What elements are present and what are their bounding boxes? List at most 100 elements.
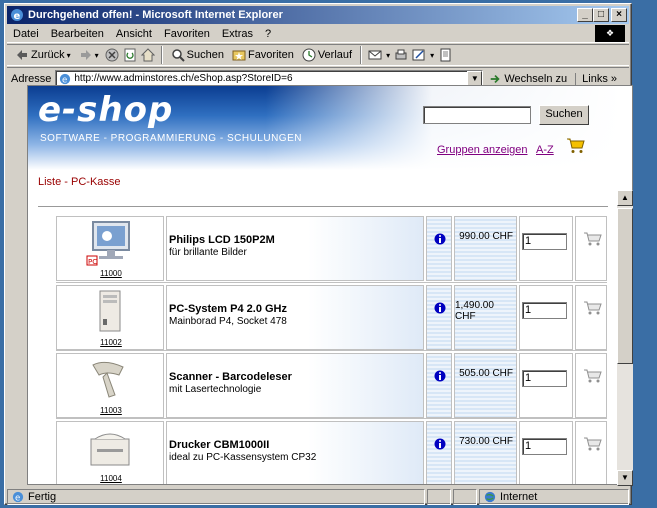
product-description: mit Lasertechnologie <box>169 384 262 395</box>
monitor-icon[interactable]: PC <box>85 220 135 266</box>
product-row: 11002 PC-System P4 2.0 GHz Mainborad P4,… <box>56 282 607 350</box>
info-icon[interactable] <box>434 302 446 314</box>
ie-icon: e <box>11 9 23 22</box>
product-id[interactable]: 11002 <box>57 338 165 347</box>
pc-tower-icon[interactable] <box>85 289 135 335</box>
toolbar: Zurück ▾ ▾ Suchen Favoriten Verlauf ▾ ▾ <box>7 44 629 66</box>
search-toolbar-button[interactable]: Suchen <box>169 45 226 65</box>
add-to-cart-icon[interactable] <box>583 368 603 384</box>
close-button[interactable]: × <box>611 8 627 22</box>
forward-button[interactable]: ▾ <box>77 45 101 65</box>
printer-icon[interactable] <box>85 425 135 471</box>
vertical-scrollbar[interactable]: ▲ ▼ <box>617 190 633 486</box>
mail-dropdown-icon[interactable]: ▾ <box>386 51 390 60</box>
history-icon <box>302 48 316 62</box>
scroll-down-icon[interactable]: ▼ <box>617 470 633 486</box>
favorites-button[interactable]: Favoriten <box>230 45 296 65</box>
page-icon: e <box>60 73 71 85</box>
search-icon <box>171 49 185 62</box>
shopping-cart-icon[interactable] <box>566 137 586 155</box>
price-cell: 1,490.00 CHF <box>454 285 517 350</box>
status-text: Fertig <box>28 490 57 503</box>
product-description: ideal zu PC-Kassensystem CP32 <box>169 452 317 463</box>
refresh-icon[interactable] <box>123 48 137 62</box>
shop-tagline: SOFTWARE - PROGRAMMIERUNG - SCHULUNGEN <box>40 133 302 144</box>
product-description: für brillante Bilder <box>169 247 247 258</box>
print-icon[interactable] <box>394 48 408 62</box>
menu-extras[interactable]: Extras <box>216 28 259 40</box>
product-price: 990.00 CHF <box>459 231 513 242</box>
add-to-cart-icon[interactable] <box>583 300 603 316</box>
product-name-cell: Drucker CBM1000II ideal zu PC-Kassensyst… <box>166 421 424 484</box>
menu-bearbeiten[interactable]: Bearbeiten <box>45 28 110 40</box>
minimize-button[interactable]: _ <box>577 8 593 22</box>
scroll-up-icon[interactable]: ▲ <box>617 190 633 206</box>
search-label: Suchen <box>186 49 224 61</box>
back-button[interactable]: Zurück ▾ <box>13 45 73 65</box>
menu-ansicht[interactable]: Ansicht <box>110 28 158 40</box>
menu-datei[interactable]: Datei <box>7 28 45 40</box>
info-icon[interactable] <box>434 370 446 382</box>
history-button[interactable]: Verlauf <box>300 45 354 65</box>
add-to-cart-icon[interactable] <box>583 231 603 247</box>
home-icon[interactable] <box>140 48 155 62</box>
svg-text:e: e <box>15 493 20 503</box>
product-id[interactable]: 11003 <box>57 406 165 415</box>
product-id[interactable]: 11004 <box>57 474 165 483</box>
product-name-cell: PC-System P4 2.0 GHz Mainborad P4, Socke… <box>166 285 424 350</box>
quantity-input[interactable]: 1 <box>522 370 567 387</box>
discuss-icon[interactable] <box>438 48 452 62</box>
shop-search-button[interactable]: Suchen <box>539 105 589 125</box>
maximize-button[interactable]: □ <box>593 8 609 22</box>
product-id[interactable]: 11000 <box>57 269 165 278</box>
shop-search-input[interactable] <box>423 106 531 124</box>
favorites-icon <box>232 50 246 61</box>
go-button[interactable]: Wechseln zu <box>489 73 567 85</box>
stop-icon[interactable] <box>105 48 119 62</box>
quantity-cell: 1 <box>519 353 573 418</box>
a-z-link[interactable]: A-Z <box>536 144 554 156</box>
back-dropdown-icon[interactable]: ▾ <box>67 51 71 60</box>
info-icon[interactable] <box>434 233 446 245</box>
go-arrow-icon <box>491 74 501 83</box>
show-groups-link[interactable]: Gruppen anzeigen <box>437 144 528 156</box>
internet-globe-icon <box>484 491 496 502</box>
svg-text:e: e <box>14 11 21 22</box>
product-image-cell: 11003 <box>56 353 164 418</box>
product-list: PC 11000 Philips LCD 150P2M für brillant… <box>56 214 607 484</box>
price-cell: 505.00 CHF <box>454 353 517 418</box>
menu-help[interactable]: ? <box>259 28 277 40</box>
barcode-scanner-icon[interactable] <box>85 357 135 403</box>
address-label: Adresse <box>11 72 52 85</box>
mail-icon[interactable] <box>368 48 382 62</box>
quantity-input[interactable]: 1 <box>522 438 567 455</box>
history-label: Verlauf <box>317 49 353 61</box>
price-cell: 730.00 CHF <box>454 421 517 484</box>
product-image-cell: 11002 <box>56 285 164 350</box>
add-cart-cell <box>575 216 607 281</box>
add-cart-cell <box>575 421 607 484</box>
product-name: Scanner - Barcodeleser <box>169 371 292 383</box>
product-name: PC-System P4 2.0 GHz <box>169 303 287 315</box>
quantity-input[interactable]: 1 <box>522 302 567 319</box>
status-main: e Fertig <box>7 488 425 505</box>
quantity-input[interactable]: 1 <box>522 233 567 250</box>
product-row: 11004 Drucker CBM1000II ideal zu PC-Kass… <box>56 418 607 484</box>
menu-favoriten[interactable]: Favoriten <box>158 28 216 40</box>
edit-icon[interactable] <box>412 48 426 62</box>
quantity-cell: 1 <box>519 285 573 350</box>
shop-logo[interactable]: e-shop <box>38 90 173 130</box>
product-row: PC 11000 Philips LCD 150P2M für brillant… <box>56 214 607 282</box>
product-name-cell: Scanner - Barcodeleser mit Lasertechnolo… <box>166 353 424 418</box>
product-description: Mainborad P4, Socket 478 <box>169 316 287 327</box>
scroll-thumb[interactable] <box>617 208 633 364</box>
links-toolbar[interactable]: Links » <box>575 72 617 85</box>
info-cell <box>426 216 452 281</box>
add-cart-cell <box>575 285 607 350</box>
forward-dropdown-icon[interactable]: ▾ <box>95 51 99 60</box>
add-to-cart-icon[interactable] <box>583 436 603 452</box>
info-cell <box>426 285 452 350</box>
info-icon[interactable] <box>434 438 446 450</box>
list-title: Liste - PC-Kasse <box>38 176 121 188</box>
edit-dropdown-icon[interactable]: ▾ <box>430 51 434 60</box>
